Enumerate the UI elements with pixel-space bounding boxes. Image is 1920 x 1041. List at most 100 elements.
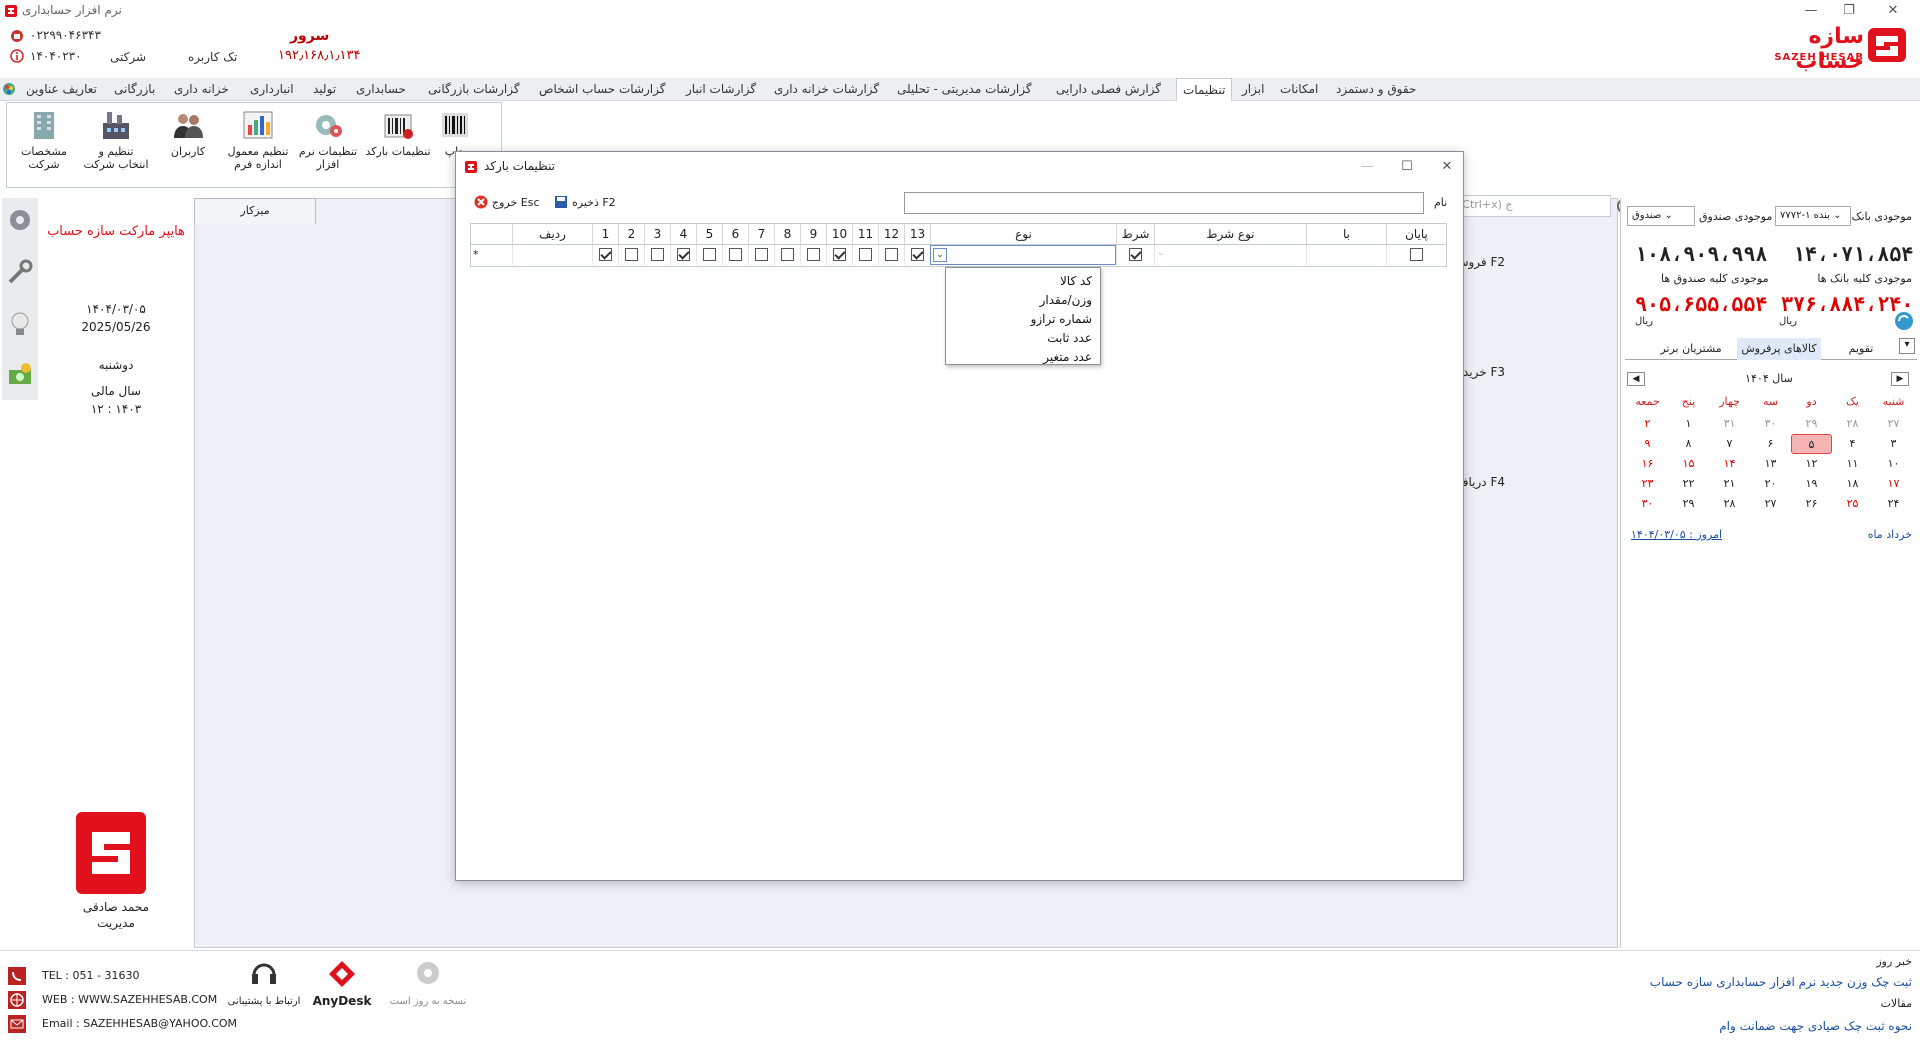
checkbox[interactable] bbox=[651, 248, 664, 261]
calendar-day[interactable]: ۳ bbox=[1873, 434, 1914, 454]
checkbox[interactable] bbox=[807, 248, 820, 261]
checkbox[interactable] bbox=[833, 248, 846, 261]
calendar-day[interactable]: ۲۶ bbox=[1791, 494, 1832, 514]
option-weight[interactable]: وزن/مقدار bbox=[1040, 291, 1092, 310]
checkbox[interactable] bbox=[625, 248, 638, 261]
menu-definitions[interactable]: تعاریف عناوین bbox=[20, 78, 103, 101]
tab-calendar[interactable]: تقویم bbox=[1821, 338, 1901, 360]
calendar-day[interactable]: ۲۴ bbox=[1873, 494, 1914, 514]
column-header[interactable]: 2 bbox=[618, 224, 644, 244]
barcode-settings-button[interactable]: تنظیمات بارکد bbox=[365, 109, 431, 183]
select-company-button[interactable]: تنظیم و انتخاب شرکت bbox=[83, 109, 149, 183]
column-header[interactable]: 3 bbox=[644, 224, 670, 244]
menu-warehouse-reports[interactable]: گزارشات انبار bbox=[680, 78, 762, 101]
news-item[interactable]: ثبت چک وزن جدید نرم افزار حسابداری سازه … bbox=[1650, 975, 1912, 989]
column-header[interactable]: 4 bbox=[670, 224, 696, 244]
calendar-day[interactable]: ۲۲ bbox=[1668, 474, 1709, 494]
article-item[interactable]: نحوه ثبت چک صیادی جهت ضمانت وام bbox=[1719, 1019, 1912, 1033]
today-link[interactable]: امروز : ۱۴۰۴/۰۳/۰۵ bbox=[1631, 528, 1722, 541]
menu-accounts-reports[interactable]: گزارشات حساب اشخاص bbox=[533, 78, 671, 101]
grid-cell[interactable] bbox=[722, 245, 748, 265]
grid-cell[interactable] bbox=[696, 245, 722, 265]
calendar-day[interactable]: ۱۲ bbox=[1791, 454, 1832, 474]
menu-management-reports[interactable]: گزارشات مدیریتی - تحلیلی bbox=[891, 78, 1038, 101]
money-icon[interactable] bbox=[6, 360, 34, 392]
checkbox[interactable] bbox=[859, 248, 872, 261]
grid-cell[interactable] bbox=[748, 245, 774, 265]
grid-cell[interactable] bbox=[644, 245, 670, 265]
option-product-code[interactable]: کد کالا bbox=[1060, 272, 1092, 291]
menu-production[interactable]: تولید bbox=[307, 78, 342, 101]
grid-cell[interactable] bbox=[826, 245, 852, 265]
calendar-day[interactable]: ۳۰ bbox=[1627, 494, 1668, 514]
calendar-day[interactable]: ۳۰ bbox=[1750, 414, 1791, 434]
checkbox[interactable] bbox=[781, 248, 794, 261]
calendar-day[interactable]: ۲ bbox=[1627, 414, 1668, 434]
menu-tools[interactable]: ابزار bbox=[1236, 78, 1270, 101]
column-header[interactable]: 1 bbox=[592, 224, 618, 244]
menu-quarterly-report[interactable]: گزارش فصلی دارایی bbox=[1050, 78, 1167, 101]
close-icon[interactable]: ✕ bbox=[1878, 2, 1908, 20]
grid-cell[interactable] bbox=[1306, 245, 1386, 265]
menu-treasury[interactable]: خزانه داری bbox=[168, 78, 235, 101]
checkbox[interactable] bbox=[677, 248, 690, 261]
menu-commerce-reports[interactable]: گزارشات بازرگانی bbox=[422, 78, 526, 101]
grid-cell[interactable] bbox=[1116, 245, 1154, 265]
anydesk-button[interactable]: AnyDesk bbox=[312, 957, 372, 1033]
checkbox[interactable] bbox=[703, 248, 716, 261]
grid-cell[interactable] bbox=[774, 245, 800, 265]
calendar-day[interactable]: ۲۰ bbox=[1750, 474, 1791, 494]
tab-top-customers[interactable]: مشتریان برتر bbox=[1645, 338, 1737, 360]
minimize-icon[interactable]: — bbox=[1796, 2, 1826, 20]
exit-button[interactable]: خروج Esc bbox=[474, 194, 548, 212]
calendar-day[interactable]: ۲۳ bbox=[1627, 474, 1668, 494]
gear-icon[interactable] bbox=[6, 206, 34, 238]
column-header[interactable]: 10 bbox=[826, 224, 852, 244]
calendar-day[interactable]: ۲۱ bbox=[1709, 474, 1750, 494]
calendar-day[interactable]: ۲۹ bbox=[1791, 414, 1832, 434]
calendar-day[interactable]: ۲۸ bbox=[1832, 414, 1873, 434]
grid-cell[interactable]: ⌄ bbox=[1154, 245, 1306, 265]
column-header[interactable]: شرط bbox=[1116, 224, 1154, 244]
checkbox[interactable] bbox=[1129, 248, 1142, 261]
software-settings-button[interactable]: تنظیمات نرم افزار bbox=[295, 109, 361, 183]
checkbox[interactable] bbox=[755, 248, 768, 261]
column-header[interactable]: نوع شرط bbox=[1154, 224, 1306, 244]
update-status[interactable]: نسخه به روز است bbox=[388, 957, 468, 1033]
checkbox[interactable] bbox=[885, 248, 898, 261]
footer-web[interactable]: WEB : WWW.SAZEHHESAB.COM bbox=[42, 993, 217, 1006]
calendar-day[interactable]: ۲۷ bbox=[1750, 494, 1791, 514]
tab-best-products[interactable]: کالاهای پرفروش bbox=[1737, 338, 1821, 360]
condition-type-dropdown-icon[interactable]: ⌄ bbox=[1157, 248, 1165, 258]
calendar-day[interactable]: ۲۵ bbox=[1832, 494, 1873, 514]
menu-payroll[interactable]: حقوق و دستمزد bbox=[1330, 78, 1422, 101]
save-button[interactable]: ذخیره F2 bbox=[554, 194, 624, 212]
grid-cell[interactable] bbox=[852, 245, 878, 265]
column-header[interactable]: ردیف bbox=[512, 224, 592, 244]
restore-icon[interactable]: ❐ bbox=[1834, 2, 1864, 20]
support-button[interactable]: ارتباط با پشتیبانی bbox=[224, 957, 304, 1033]
calendar-day[interactable]: ۸ bbox=[1668, 434, 1709, 454]
dialog-minimize-icon[interactable]: — bbox=[1352, 158, 1382, 176]
column-header[interactable]: 9 bbox=[800, 224, 826, 244]
bank-select[interactable]: بنده ۱-۷۷۷۲ ⌄ bbox=[1775, 206, 1851, 226]
column-header[interactable]: 13 bbox=[904, 224, 930, 244]
calendar-day[interactable]: ۱۱ bbox=[1832, 454, 1873, 474]
calendar-day[interactable]: ۳۱ bbox=[1709, 414, 1750, 434]
workspace-search[interactable]: (Ctrl+x) ج bbox=[1451, 195, 1633, 217]
calendar-day[interactable]: ۱۷ bbox=[1873, 474, 1914, 494]
checkbox[interactable] bbox=[729, 248, 742, 261]
calendar-day[interactable]: ۲۸ bbox=[1709, 494, 1750, 514]
option-scale-number[interactable]: شماره ترازو bbox=[1031, 310, 1092, 329]
name-input[interactable] bbox=[904, 192, 1424, 214]
grid-cell[interactable]: ⌄ bbox=[930, 245, 1116, 265]
option-fixed-number[interactable]: عدد ثابت bbox=[1047, 329, 1092, 348]
calendar-day[interactable]: ۱۴ bbox=[1709, 454, 1750, 474]
calendar-day[interactable]: ۱۶ bbox=[1627, 454, 1668, 474]
calendar-day[interactable]: ۵ bbox=[1791, 434, 1832, 454]
grid-cell[interactable] bbox=[904, 245, 930, 265]
column-header[interactable]: 8 bbox=[774, 224, 800, 244]
calendar-day[interactable]: ۱ bbox=[1668, 414, 1709, 434]
form-size-button[interactable]: تنظیم معمول اندازه فرم bbox=[225, 109, 291, 183]
wrench-icon[interactable] bbox=[6, 258, 34, 290]
